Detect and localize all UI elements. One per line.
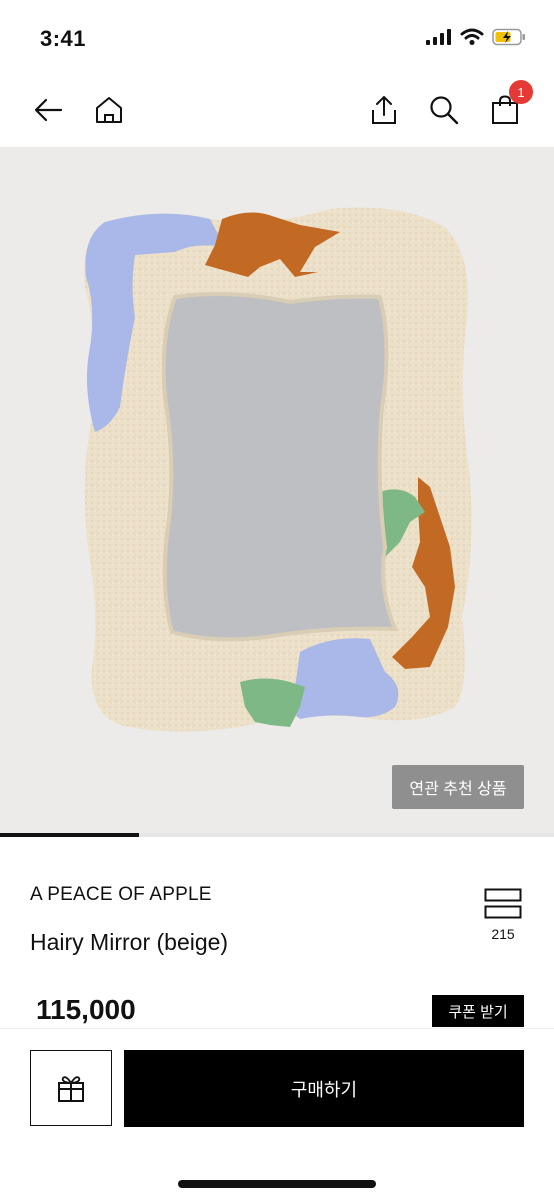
search-icon xyxy=(430,96,459,125)
buy-button[interactable]: 구매하기 xyxy=(124,1050,524,1127)
view-count: 215 xyxy=(491,926,515,942)
divider xyxy=(0,1028,554,1029)
signal-icon xyxy=(426,29,451,45)
image-progress-fill xyxy=(0,833,139,837)
battery-charging-icon xyxy=(492,28,525,46)
layout-icon xyxy=(484,888,522,919)
status-icons xyxy=(426,28,526,46)
product-image-carousel[interactable]: 연관 추천 상품 xyxy=(0,147,554,835)
cart-count-badge: 1 xyxy=(509,80,533,104)
home-indicator xyxy=(178,1180,376,1188)
gift-button[interactable] xyxy=(30,1050,112,1126)
share-button[interactable] xyxy=(364,90,404,130)
share-icon xyxy=(372,96,396,124)
home-button[interactable] xyxy=(89,90,129,130)
product-price: 115,000 xyxy=(36,994,136,1025)
related-products-button[interactable]: 연관 추천 상품 xyxy=(392,765,524,809)
coupon-button[interactable]: 쿠폰 받기 xyxy=(432,995,524,1027)
gift-icon xyxy=(58,1076,84,1102)
search-button[interactable] xyxy=(424,90,464,130)
product-title: Hairy Mirror (beige) xyxy=(30,929,229,955)
image-progress-track xyxy=(0,833,554,837)
view-toggle-button[interactable]: 215 xyxy=(484,888,522,942)
product-photo-mirror xyxy=(84,207,472,732)
cart-button[interactable]: 1 xyxy=(485,80,533,130)
wifi-icon xyxy=(460,28,484,45)
status-time: 3:41 xyxy=(40,26,87,51)
back-arrow-icon xyxy=(34,98,63,122)
back-button[interactable] xyxy=(28,90,68,130)
brand-name[interactable]: A PEACE OF APPLE xyxy=(30,884,212,906)
home-icon xyxy=(96,97,122,123)
